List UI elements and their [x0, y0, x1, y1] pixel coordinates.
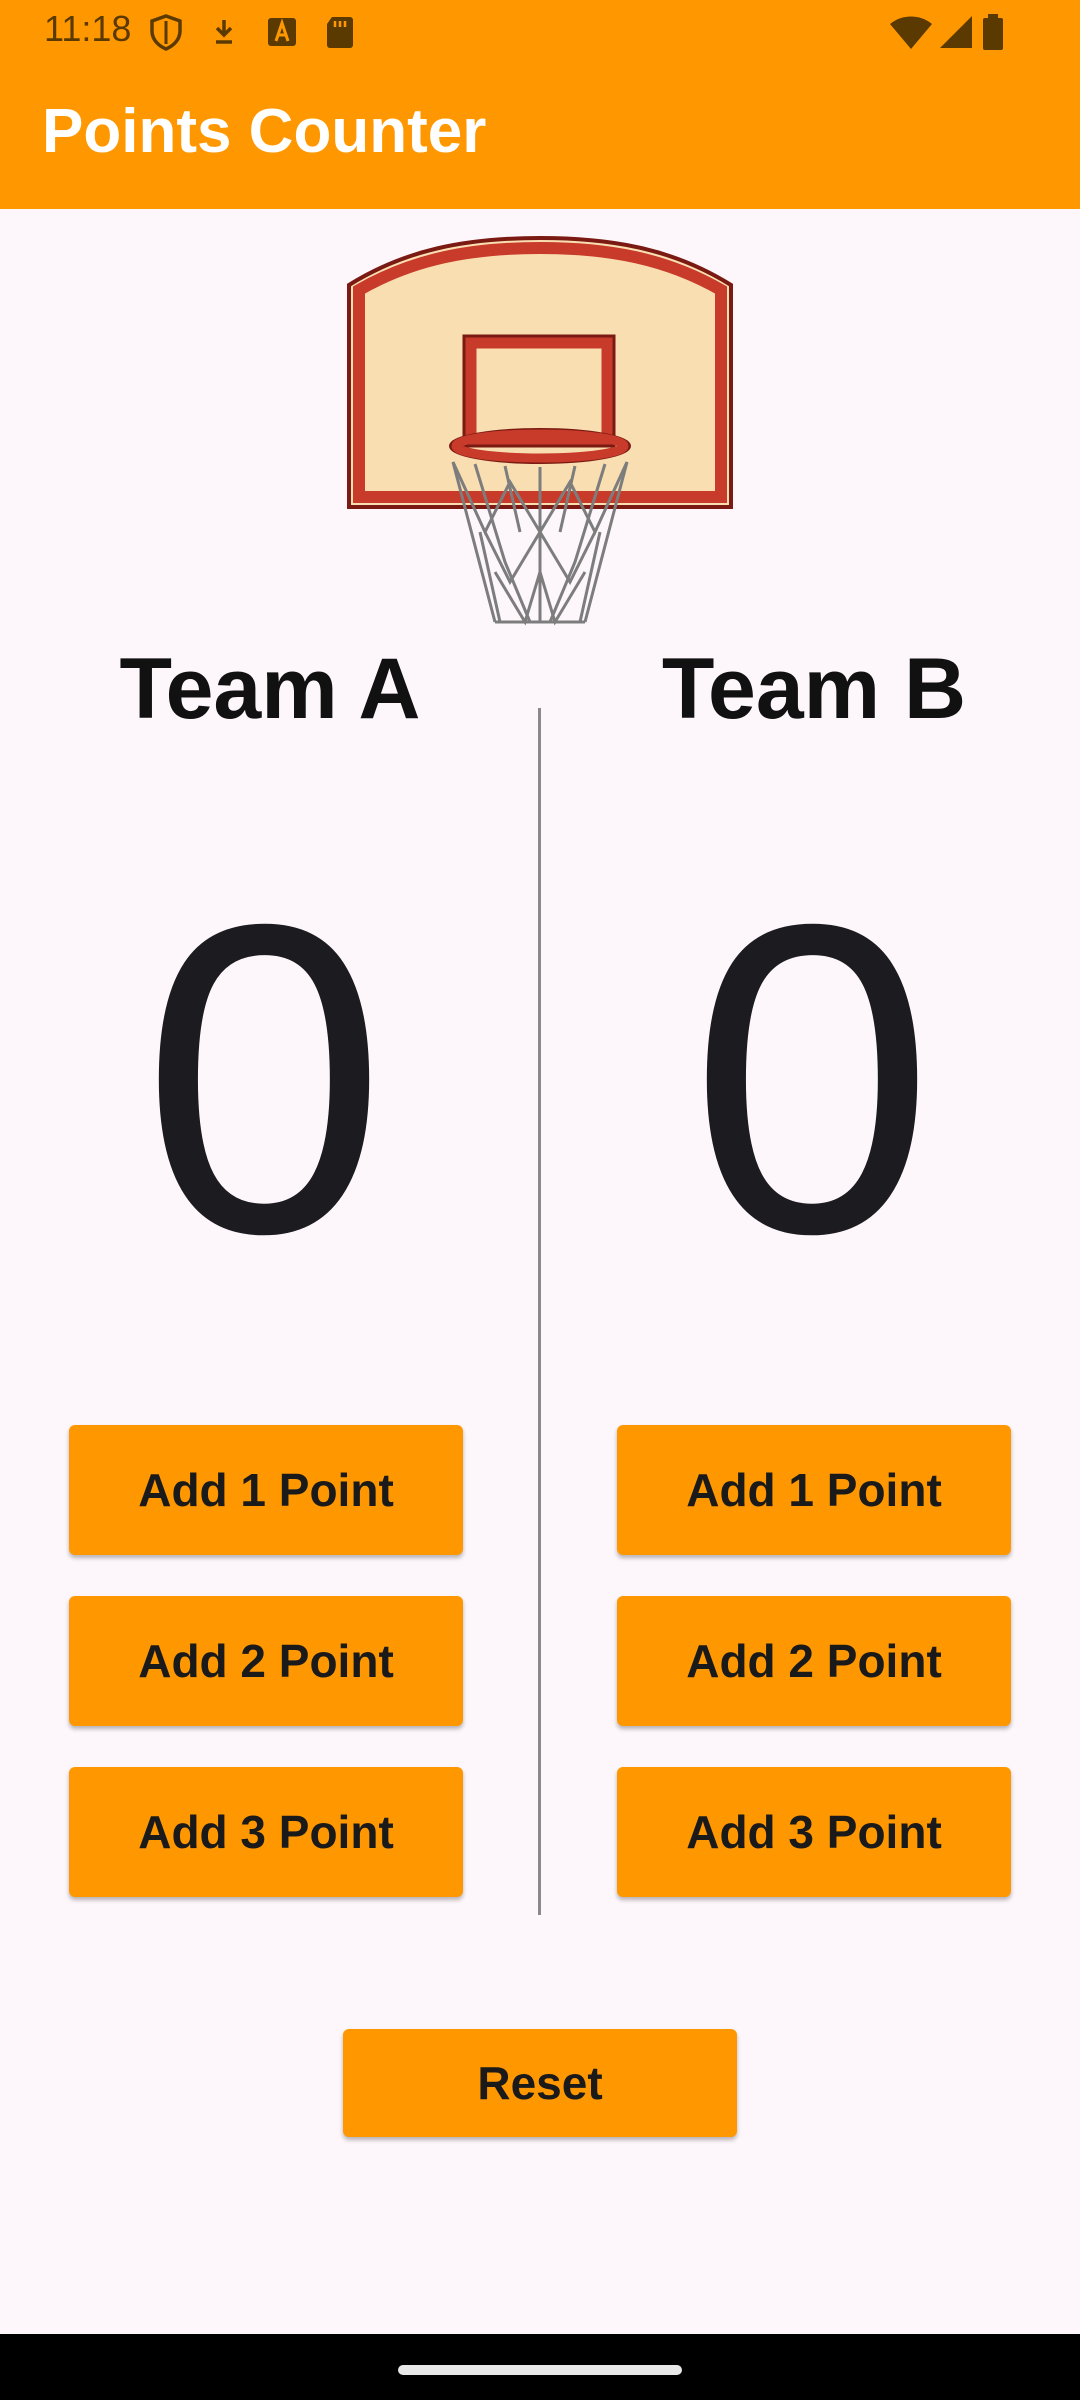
- team-a-add-2-button[interactable]: Add 2 Point: [69, 1596, 463, 1726]
- status-time: 11:18: [44, 8, 132, 49]
- team-b-score: 0: [689, 834, 935, 1325]
- team-b-add-2-button[interactable]: Add 2 Point: [617, 1596, 1011, 1726]
- team-a-add-3-button[interactable]: Add 3 Point: [69, 1767, 463, 1897]
- app-title: Points Counter: [42, 97, 487, 166]
- column-divider: [538, 708, 541, 1915]
- team-a-add-1-button[interactable]: Add 1 Point: [69, 1425, 463, 1555]
- app-bar: 11:18 Points Counter: [0, 0, 1080, 209]
- reset-button[interactable]: Reset: [343, 2029, 737, 2137]
- status-bar: 11:18: [0, 0, 1080, 62]
- team-a-name: Team A: [119, 641, 421, 737]
- font-icon: [268, 18, 296, 46]
- team-b-name: Team B: [661, 641, 967, 737]
- team-b-add-1-button[interactable]: Add 1 Point: [617, 1425, 1011, 1555]
- team-b-add-3-button[interactable]: Add 3 Point: [617, 1767, 1011, 1897]
- sd-card-icon: [327, 17, 353, 48]
- download-icon: [215, 20, 233, 44]
- wifi-icon: [890, 16, 932, 49]
- battery-icon: [983, 14, 1003, 50]
- team-a-score: 0: [141, 834, 387, 1325]
- home-gesture-handle[interactable]: [398, 2365, 682, 2375]
- signal-icon: [940, 16, 972, 48]
- basketball-hoop-icon: [347, 235, 733, 626]
- shield-icon: [150, 14, 182, 51]
